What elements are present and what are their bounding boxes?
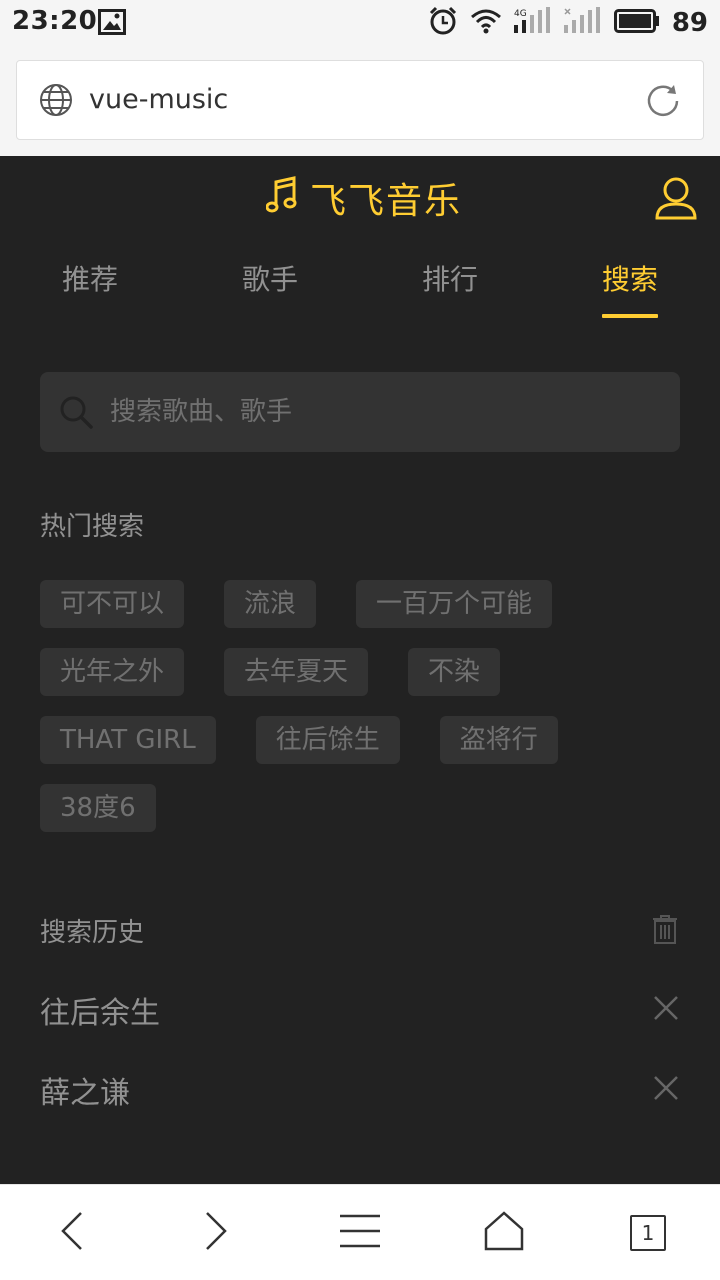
back-icon — [59, 1211, 85, 1255]
battery-icon — [613, 9, 660, 37]
hot-search-tag[interactable]: 一百万个可能 — [356, 580, 553, 628]
close-icon[interactable] — [652, 1074, 680, 1106]
music-app: 飞飞音乐 推荐 歌手 排行 搜索 热门搜索 可不可以 流浪 一百万个可能 光年之… — [0, 156, 720, 1184]
wifi-icon — [470, 7, 502, 39]
hot-search-list: 可不可以 流浪 一百万个可能 光年之外 去年夏天 不染 THAT GIRL 往后… — [40, 580, 700, 852]
menu-icon — [340, 1213, 380, 1253]
search-icon — [58, 394, 94, 434]
app-title: 飞飞音乐 — [310, 181, 463, 222]
battery-level: 89 — [671, 8, 708, 38]
tab-bar: 推荐 歌手 排行 搜索 — [0, 252, 720, 324]
signal-icon-2 — [563, 7, 602, 39]
hot-search-tag[interactable]: 去年夏天 — [224, 648, 369, 696]
app-logo: 飞飞音乐 — [265, 172, 463, 224]
history-item-text: 薛之谦 — [40, 1076, 130, 1111]
browser-bar: vue-music — [0, 46, 720, 156]
hot-search-tag[interactable]: THAT GIRL — [40, 716, 216, 764]
status-icons: 4G 89 — [428, 6, 708, 40]
hot-search-tag[interactable]: 光年之外 — [40, 648, 185, 696]
hot-search-title: 热门搜索 — [40, 512, 145, 542]
reload-icon[interactable] — [643, 81, 683, 125]
app-header: 飞飞音乐 — [0, 156, 720, 240]
home-button[interactable] — [432, 1185, 576, 1280]
history-item-text: 往后余生 — [40, 996, 160, 1031]
forward-icon — [203, 1211, 229, 1255]
tab-singer[interactable]: 歌手 — [180, 252, 360, 324]
user-icon[interactable] — [654, 176, 698, 224]
status-time: 23:20 — [12, 6, 98, 36]
url-text: vue-music — [89, 84, 229, 115]
tab-search[interactable]: 搜索 — [540, 252, 720, 324]
close-icon[interactable] — [652, 994, 680, 1026]
search-box — [40, 372, 680, 452]
hot-search-tag[interactable]: 38度6 — [40, 784, 156, 832]
tab-recommend[interactable]: 推荐 — [0, 252, 180, 324]
hot-search-tag[interactable]: 流浪 — [224, 580, 317, 628]
tab-count: 1 — [630, 1214, 666, 1251]
search-history-title: 搜索历史 — [40, 918, 145, 948]
forward-button[interactable] — [144, 1185, 288, 1280]
tab-rank[interactable]: 排行 — [360, 252, 540, 324]
hot-search-tag[interactable]: 往后馀生 — [255, 716, 400, 764]
status-bar: 23:20 4G 89 — [0, 0, 720, 46]
signal-icon: 4G — [513, 7, 552, 39]
hot-search-tag[interactable]: 可不可以 — [40, 580, 185, 628]
hot-search-tag[interactable]: 不染 — [408, 648, 501, 696]
image-icon — [98, 9, 126, 39]
globe-icon — [39, 83, 73, 121]
search-input[interactable] — [110, 388, 650, 436]
search-history-item[interactable]: 薛之谦 — [40, 1060, 680, 1120]
url-bar[interactable]: vue-music — [16, 60, 704, 140]
hot-search-tag[interactable]: 盗将行 — [439, 716, 558, 764]
browser-bottom-nav: 1 — [0, 1184, 720, 1280]
trash-icon[interactable] — [652, 914, 678, 948]
search-history-item[interactable]: 往后余生 — [40, 980, 680, 1040]
network-label: 4G — [514, 9, 527, 19]
menu-button[interactable] — [288, 1185, 432, 1280]
home-icon — [484, 1210, 524, 1255]
tabs-button[interactable]: 1 — [576, 1185, 720, 1280]
back-button[interactable] — [0, 1185, 144, 1280]
alarm-icon — [428, 6, 458, 40]
music-note-icon — [265, 176, 298, 220]
